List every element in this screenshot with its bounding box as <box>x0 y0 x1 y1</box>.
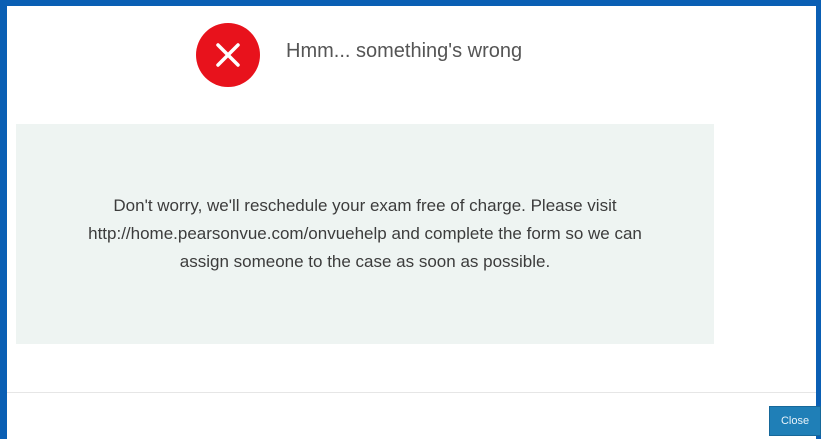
message-panel: Don't worry, we'll reschedule your exam … <box>16 124 714 344</box>
dialog-header: Hmm... something's wrong <box>7 6 816 106</box>
x-mark-icon <box>216 43 240 67</box>
footer-divider <box>7 392 816 393</box>
dialog-title: Hmm... something's wrong <box>286 40 523 62</box>
error-message: Don't worry, we'll reschedule your exam … <box>88 196 642 271</box>
close-button[interactable]: Close <box>769 406 821 436</box>
error-x-icon <box>196 23 260 87</box>
error-dialog: Hmm... something's wrong Don't worry, we… <box>0 0 821 439</box>
